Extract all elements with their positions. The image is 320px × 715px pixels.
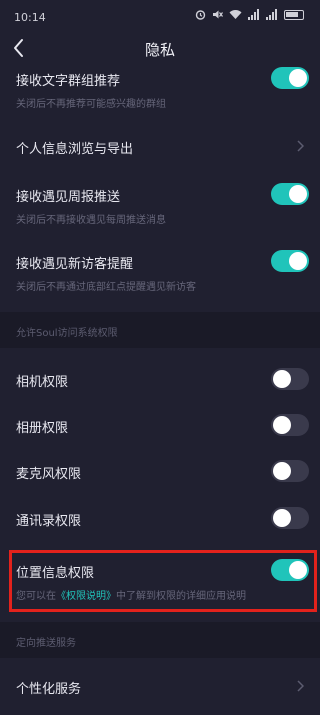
row-title: 个人信息浏览与导出 <box>16 142 134 157</box>
toggle-knob <box>289 69 307 87</box>
row-contacts: 通讯录权限 <box>0 497 320 541</box>
row-title: 通讯录权限 <box>16 514 82 529</box>
mute-icon <box>213 10 223 19</box>
chevron-right-icon <box>297 680 304 692</box>
chevron-right-icon <box>297 140 304 152</box>
row-subtitle: 关闭后不再推荐可能感兴趣的群组 <box>16 99 166 110</box>
toggle-knob <box>289 252 307 270</box>
camera-toggle[interactable] <box>271 368 309 390</box>
row-group-recommend: 接收文字群组推荐 关闭后不再推荐可能感兴趣的群组 <box>0 66 320 118</box>
row-microphone: 麦克风权限 <box>0 450 320 494</box>
row-new-visitor: 接收遇见新访客提醒 关闭后不再通过底部红点提醒遇见新访客 <box>0 245 320 297</box>
battery-icon <box>284 9 304 20</box>
section-header-targeted-push: 定向推送服务 <box>0 622 320 658</box>
contacts-toggle[interactable] <box>271 507 309 529</box>
section-header-system-permissions: 允许Soul访问系统权限 <box>0 312 320 348</box>
signal-icon <box>248 9 259 20</box>
row-title: 相册权限 <box>16 421 69 436</box>
row-weekly-report: 接收遇见周报推送 关闭后不再接收遇见每周推送消息 <box>0 178 320 230</box>
row-camera: 相机权限 <box>0 358 320 402</box>
toggle-knob <box>273 462 291 480</box>
weekly-report-toggle[interactable] <box>271 183 309 205</box>
section-label: 定向推送服务 <box>16 638 76 649</box>
page-title: 隐私 <box>144 41 175 59</box>
row-personalized-service[interactable]: 个性化服务 <box>0 664 320 708</box>
toggle-knob <box>273 416 291 434</box>
row-title: 接收文字群组推荐 <box>16 74 121 89</box>
row-title: 个性化服务 <box>16 682 82 697</box>
row-subtitle: 关闭后不再通过底部红点提醒遇见新访客 <box>16 282 196 293</box>
highlight-box <box>9 550 317 612</box>
row-subtitle: 关闭后不再接收遇见每周推送消息 <box>16 215 166 226</box>
toggle-knob <box>273 509 291 527</box>
row-title: 相机权限 <box>16 375 69 390</box>
status-icons <box>195 9 304 20</box>
toggle-knob <box>289 185 307 203</box>
microphone-toggle[interactable] <box>271 460 309 482</box>
new-visitor-toggle[interactable] <box>271 250 309 272</box>
row-album: 相册权限 <box>0 404 320 448</box>
signal-icon-2 <box>266 9 277 20</box>
alarm-icon <box>195 10 206 20</box>
toggle-knob <box>273 370 291 388</box>
section-label: 允许Soul访问系统权限 <box>16 328 118 339</box>
row-title: 接收遇见周报推送 <box>16 190 121 205</box>
row-title: 接收遇见新访客提醒 <box>16 257 134 272</box>
status-time: 10:14 <box>14 11 46 24</box>
nav-bar: 隐私 <box>0 34 320 66</box>
status-bar: 10:14 <box>0 0 320 34</box>
group-recommend-toggle[interactable] <box>271 67 309 89</box>
row-personal-info[interactable]: 个人信息浏览与导出 <box>0 124 320 168</box>
album-toggle[interactable] <box>271 414 309 436</box>
row-title: 麦克风权限 <box>16 467 82 482</box>
wifi-icon <box>229 10 242 19</box>
